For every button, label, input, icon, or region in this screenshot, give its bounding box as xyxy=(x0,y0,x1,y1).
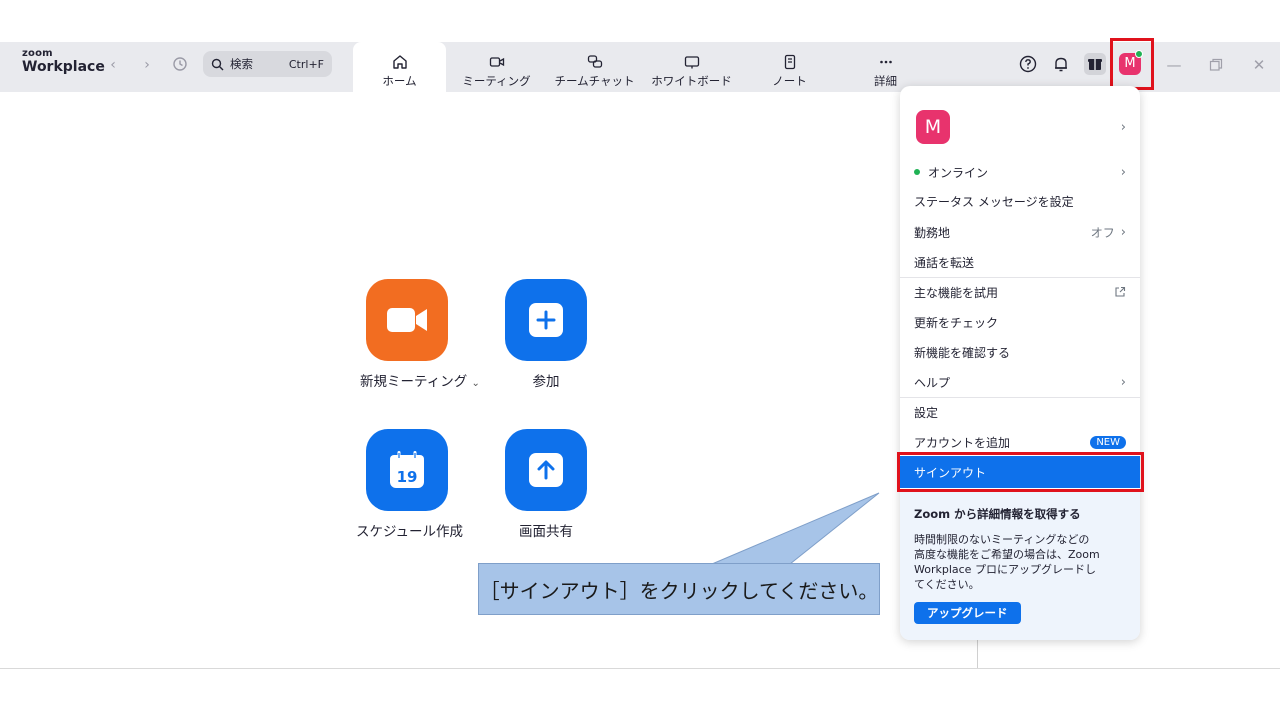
instruction-text: ［サインアウト］をクリックしてください。 xyxy=(479,578,879,603)
